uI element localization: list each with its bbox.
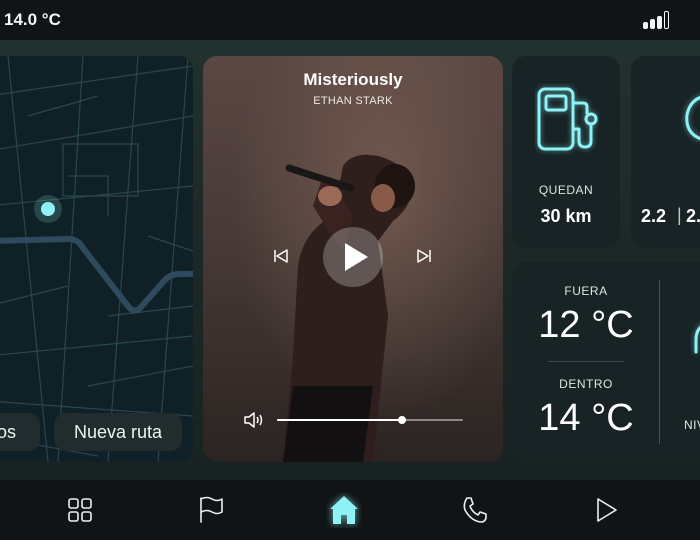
song-title: Misteriously — [303, 70, 403, 89]
climate-vertical-divider — [659, 280, 660, 444]
fuel-card[interactable]: QUEDAN 30 km — [512, 56, 620, 248]
status-bar: 14.0 °C — [0, 0, 700, 40]
previous-track-icon[interactable] — [273, 248, 289, 264]
volume-handle[interactable] — [397, 416, 406, 424]
climate-card[interactable]: FUERA 12 °C DENTRO 14 °C NIV — [512, 262, 700, 462]
bottom-nav — [0, 480, 700, 540]
map-button-contacts[interactable]: tos — [0, 413, 40, 451]
seat-icon — [694, 325, 700, 354]
map-panel[interactable]: tos Nueva ruta — [0, 56, 193, 462]
inside-temp-value: 14 °C — [538, 397, 634, 439]
consumption-separator: | — [677, 205, 682, 225]
home-icon[interactable] — [326, 492, 362, 528]
fuel-pump-icon — [537, 87, 598, 151]
signal-bars-icon — [643, 11, 673, 29]
play-nav-icon[interactable] — [590, 494, 622, 526]
leaf-icon — [685, 95, 700, 141]
fuel-label: QUEDAN — [538, 183, 594, 197]
consumption-card[interactable]: 2.2 | 2. — [631, 56, 700, 248]
outside-temp-value: 12 °C — [538, 304, 634, 346]
status-temperature: 14.0 °C — [4, 10, 61, 29]
consumption-value: 2.2 — [641, 206, 667, 226]
volume-fill — [277, 419, 402, 421]
consumption-value-secondary: 2. — [686, 206, 700, 226]
music-player: Misteriously ETHAN STARK — [203, 56, 503, 462]
level-label: NIV — [684, 418, 700, 432]
flag-icon[interactable] — [194, 494, 226, 526]
outside-temp-label: FUERA — [564, 284, 608, 298]
phone-icon[interactable] — [459, 494, 491, 526]
map-streets — [0, 56, 193, 462]
volume-slider[interactable] — [277, 416, 463, 424]
play-button[interactable] — [323, 227, 383, 287]
volume-icon[interactable] — [243, 410, 265, 430]
inside-temp-label: DENTRO — [559, 377, 613, 391]
play-icon — [345, 243, 368, 271]
song-artist: ETHAN STARK — [313, 95, 393, 107]
new-route-button[interactable]: Nueva ruta — [54, 413, 182, 451]
grid-icon[interactable] — [64, 494, 96, 526]
fuel-range-value: 30 km — [540, 206, 592, 226]
next-track-icon[interactable] — [416, 248, 432, 264]
climate-divider — [548, 361, 624, 362]
